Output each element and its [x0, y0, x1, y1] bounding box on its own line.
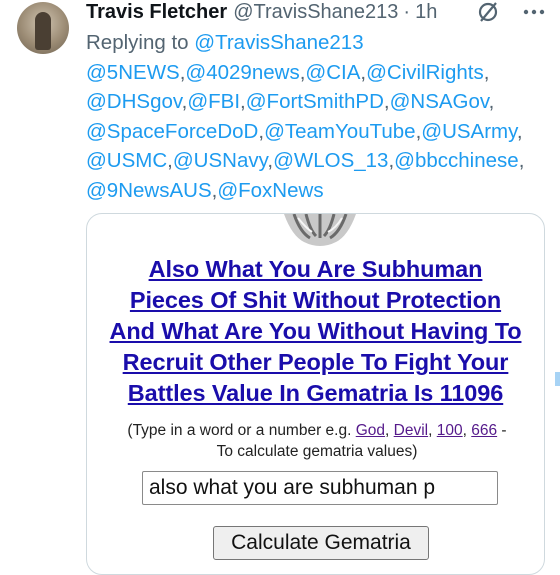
mention-link[interactable]: @SpaceForceDoD — [86, 120, 258, 143]
result-line: And What Are You Without Having To — [109, 318, 522, 344]
avatar-figure — [35, 12, 51, 50]
mention-link[interactable]: @NSAGov — [390, 90, 489, 113]
mention-list: @5NEWS,@4029news,@CIA,@CivilRights,@DHSg… — [86, 61, 524, 202]
grok-icon[interactable] — [476, 0, 500, 24]
mention-link[interactable]: @9NewsAUS — [86, 179, 212, 202]
example-link-100[interactable]: 100 — [437, 422, 463, 439]
gematria-input[interactable] — [142, 471, 498, 505]
avatar[interactable] — [17, 2, 69, 54]
separator-dot: · — [403, 0, 411, 23]
author-name[interactable]: Travis Fletcher — [86, 1, 227, 24]
tweet-header: Travis Fletcher @TravisShane213 · 1h — [86, 0, 437, 24]
mention-link[interactable]: @5NEWS — [86, 61, 180, 84]
mention-link[interactable]: @TeamYouTube — [264, 120, 416, 143]
mention-link[interactable]: @WLOS_13 — [273, 149, 388, 172]
mention-link[interactable]: @4029news — [185, 61, 299, 84]
gematria-result-link[interactable]: Also What You Are Subhuman Pieces Of Shi… — [87, 254, 544, 409]
scrollbar-thumb[interactable] — [555, 372, 560, 386]
calculate-gematria-button[interactable]: Calculate Gematria — [213, 526, 429, 560]
hint-text: (Type in a word or a number e.g. God, De… — [127, 422, 507, 460]
hint-suffix: To calculate gematria values) — [216, 443, 418, 460]
mention-link[interactable]: @FoxNews — [217, 179, 323, 202]
mention-link[interactable]: @bbcchinese — [394, 149, 519, 172]
result-line: Pieces Of Shit Without Protection — [129, 287, 502, 313]
result-line: Battles Value In Gematria Is 11096 — [127, 380, 504, 406]
mention-link[interactable]: @USArmy — [421, 120, 517, 143]
replying-to-handle[interactable]: @TravisShane213 — [194, 31, 363, 54]
mention-link[interactable]: @USMC — [86, 149, 167, 172]
mention-link[interactable]: @USNavy — [173, 149, 267, 172]
link-card[interactable]: Also What You Are Subhuman Pieces Of Shi… — [86, 213, 545, 575]
result-line: Recruit Other People To Fight Your — [122, 349, 509, 375]
mention-separator: , — [516, 119, 523, 143]
replying-to: Replying to @TravisShane213 @5NEWS, @4029… — [86, 28, 546, 205]
mention-separator: , — [483, 60, 490, 84]
example-link-devil[interactable]: Devil — [394, 422, 428, 439]
gematria-logo — [282, 214, 358, 250]
mention-link[interactable]: @CIA — [305, 61, 360, 84]
mention-link[interactable]: @FBI — [187, 90, 240, 113]
replying-to-label: Replying to — [86, 31, 189, 54]
mention-link[interactable]: @FortSmithPD — [246, 90, 384, 113]
tweet-time[interactable]: 1h — [415, 1, 437, 24]
mention-link[interactable]: @DHSgov — [86, 90, 182, 113]
mention-separator: , — [518, 149, 525, 172]
example-link-666[interactable]: 666 — [471, 422, 497, 439]
mention-separator: , — [488, 90, 495, 113]
author-handle[interactable]: @TravisShane213 — [233, 1, 398, 24]
mention-link[interactable]: @CivilRights — [366, 61, 484, 84]
example-link-god[interactable]: God — [356, 422, 385, 439]
more-options-icon[interactable] — [520, 2, 548, 22]
hint-prefix: (Type in a word or a number e.g. — [127, 422, 352, 439]
result-line: Also What You Are Subhuman — [148, 256, 483, 282]
